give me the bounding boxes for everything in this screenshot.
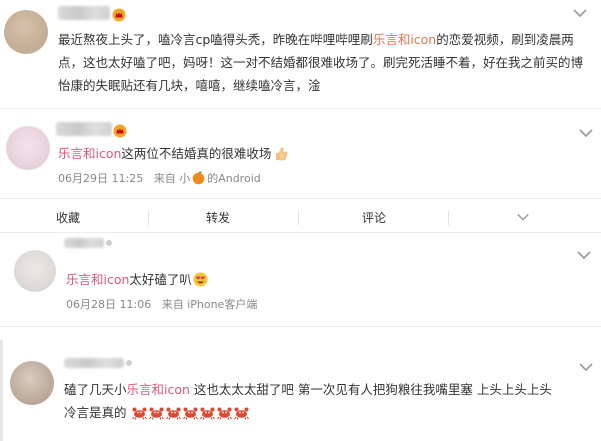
- hashtag-link[interactable]: 乐言和icon: [127, 382, 190, 397]
- divider: [0, 108, 601, 109]
- post-text-line-2: 点，这也太好嗑了吧，妈呀！这一对不结婚都很难收场了。刷完死活睡不着，好在我之前买…: [58, 55, 584, 70]
- hashtag-link[interactable]: 乐言和icon: [373, 32, 436, 47]
- avatar[interactable]: [4, 10, 48, 54]
- heart-eyes-icon: [193, 272, 208, 287]
- thumbs-up-icon: [276, 147, 288, 161]
- crab-icon: [233, 407, 249, 420]
- comment-text: 乐言和icon太好磕了叭: [66, 268, 209, 291]
- crab-icon: [182, 407, 198, 420]
- chevron-down-icon[interactable]: [572, 8, 588, 18]
- username-blurred: [106, 240, 112, 246]
- chevron-down-icon[interactable]: [516, 212, 530, 222]
- chevron-down-icon[interactable]: [576, 250, 592, 260]
- divider: [298, 211, 299, 225]
- comment-meta: 06月28日 11:06 来自 iPhone客户端: [66, 298, 258, 311]
- comment-text: 乐言和icon这两位不结婚真的很难收场: [58, 142, 288, 165]
- divider: [0, 232, 601, 233]
- divider: [0, 198, 601, 199]
- crab-icon: [148, 407, 164, 420]
- divider: [448, 211, 449, 225]
- hashtag-link[interactable]: 乐言和icon: [66, 272, 129, 287]
- username-blurred[interactable]: [56, 122, 112, 136]
- crab-icon: [131, 407, 147, 420]
- orange-icon: [192, 171, 205, 185]
- crab-emoji-row: [127, 405, 250, 420]
- username-blurred[interactable]: [64, 238, 104, 248]
- divider: [148, 211, 149, 225]
- vip-crown-icon: [112, 8, 126, 22]
- post-text-line-3: 怡康的失眠贴还有几块，嘻嘻，继续嗑冷言，淦: [58, 78, 321, 93]
- repost-button[interactable]: 转发: [206, 209, 230, 226]
- crab-icon: [216, 407, 232, 420]
- comment-date: 06月28日 11:06: [66, 298, 152, 311]
- username-blurred: [126, 360, 132, 366]
- hashtag-link[interactable]: 乐言和icon: [58, 146, 121, 161]
- comment-date: 06月29日 11:25: [58, 172, 144, 185]
- comment-button[interactable]: 评论: [362, 209, 386, 226]
- username-blurred[interactable]: [58, 6, 110, 20]
- crab-icon: [199, 407, 215, 420]
- collect-button[interactable]: 收藏: [56, 209, 80, 226]
- username-blurred[interactable]: [64, 358, 124, 368]
- chevron-down-icon[interactable]: [578, 128, 594, 138]
- vip-crown-icon: [113, 124, 127, 138]
- comment-meta: 06月29日 11:25 来自 小的Android: [58, 171, 261, 185]
- divider: [0, 326, 601, 327]
- chevron-down-icon[interactable]: [578, 362, 594, 372]
- avatar[interactable]: [14, 250, 56, 292]
- quote-bar: [0, 340, 3, 441]
- avatar[interactable]: [6, 126, 50, 170]
- comment-text-line-2: 冷言是真的: [64, 401, 250, 424]
- crab-icon: [165, 407, 181, 420]
- post-text-line-1: 最近熬夜上头了，嗑冷言cp嗑得头秃，昨晚在哔哩哔哩刷乐言和icon的恋爱视频，刷…: [58, 32, 574, 47]
- comment-text-line-1: 磕了几天小乐言和icon 这也太太太甜了吧 第一次见有人把狗粮往我嘴里塞 上头上…: [64, 382, 552, 397]
- avatar[interactable]: [10, 361, 54, 405]
